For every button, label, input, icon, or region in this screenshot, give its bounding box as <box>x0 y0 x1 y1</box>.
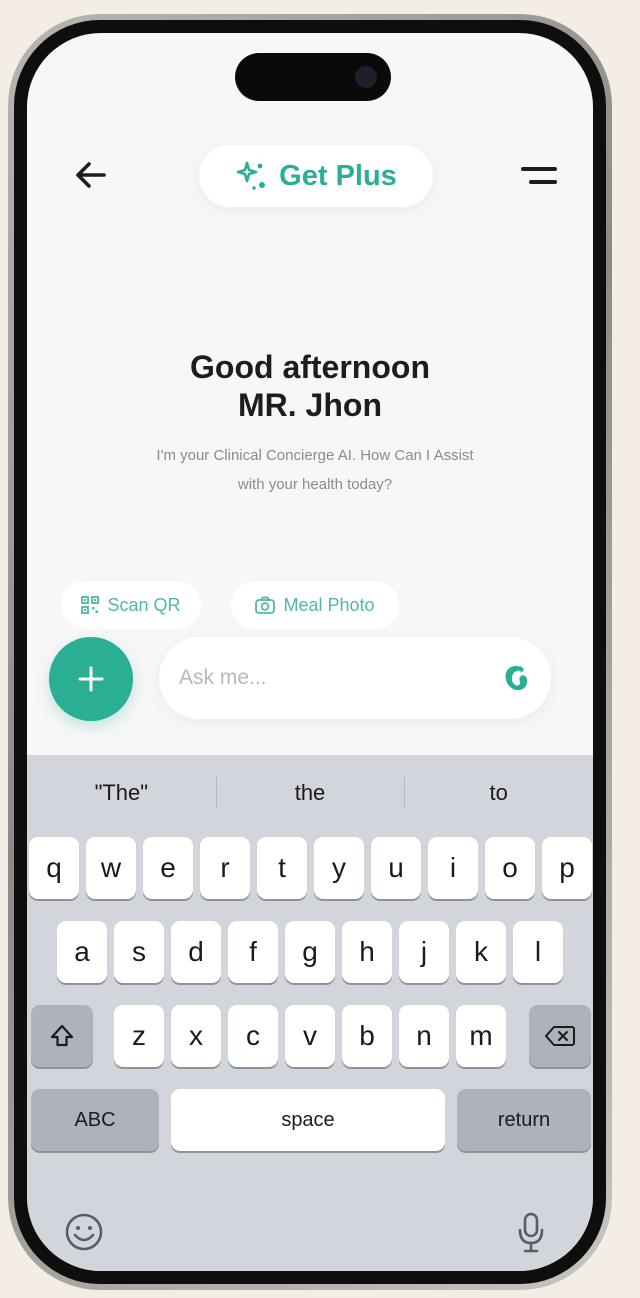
key-q[interactable]: q <box>29 837 79 899</box>
key-a[interactable]: a <box>57 921 107 983</box>
camera-icon <box>255 596 276 614</box>
back-arrow-icon[interactable] <box>71 155 111 195</box>
key-s[interactable]: s <box>114 921 164 983</box>
app-screen: Get Plus Good afternoon MR. Jhon I'm you… <box>27 33 593 1271</box>
sparkle-icon <box>236 161 266 190</box>
get-plus-label: Get Plus <box>279 159 397 192</box>
dynamic-island <box>235 53 391 101</box>
suggestion-item[interactable]: "The" <box>27 767 216 819</box>
phone-frame: Get Plus Good afternoon MR. Jhon I'm you… <box>8 14 612 1290</box>
scan-qr-button[interactable]: Scan QR <box>61 581 201 629</box>
camera-icon <box>355 66 377 88</box>
ai-assistant-icon[interactable] <box>499 661 533 695</box>
backspace-icon <box>545 1026 575 1046</box>
abc-key[interactable]: ABC <box>31 1089 159 1151</box>
key-g[interactable]: g <box>285 921 335 983</box>
on-screen-keyboard: "The" the to q w e r t y u i o p a s d f… <box>27 755 593 1271</box>
ask-input[interactable] <box>179 637 479 719</box>
key-v[interactable]: v <box>285 1005 335 1067</box>
suggestion-item[interactable]: to <box>404 767 593 819</box>
suggestion-item[interactable]: the <box>215 767 405 819</box>
key-u[interactable]: u <box>371 837 421 899</box>
return-key[interactable]: return <box>457 1089 591 1151</box>
suggestion-bar: "The" the to <box>27 767 593 819</box>
key-y[interactable]: y <box>314 837 364 899</box>
key-e[interactable]: e <box>143 837 193 899</box>
subtitle-line-2: with your health today? <box>237 476 393 493</box>
key-x[interactable]: x <box>171 1005 221 1067</box>
get-plus-button[interactable]: Get Plus <box>199 145 433 207</box>
key-k[interactable]: k <box>456 921 506 983</box>
key-c[interactable]: c <box>228 1005 278 1067</box>
plus-icon <box>78 666 104 692</box>
meal-photo-button[interactable]: Meal Photo <box>231 581 399 629</box>
emoji-icon[interactable] <box>63 1211 105 1253</box>
key-n[interactable]: n <box>399 1005 449 1067</box>
key-j[interactable]: j <box>399 921 449 983</box>
key-z[interactable]: z <box>114 1005 164 1067</box>
key-i[interactable]: i <box>428 837 478 899</box>
ask-input-container <box>159 637 551 719</box>
qr-icon <box>81 596 100 614</box>
space-key[interactable]: space <box>171 1089 445 1151</box>
meal-photo-label: Meal Photo <box>283 594 375 615</box>
key-o[interactable]: o <box>485 837 535 899</box>
menu-icon[interactable] <box>517 159 561 193</box>
greeting-line-2: MR. Jhon <box>238 387 382 423</box>
key-w[interactable]: w <box>86 837 136 899</box>
key-b[interactable]: b <box>342 1005 392 1067</box>
greeting-heading: Good afternoon MR. Jhon <box>27 348 593 424</box>
add-button[interactable] <box>49 637 133 721</box>
scan-qr-label: Scan QR <box>107 594 181 615</box>
phone-bezel: Get Plus Good afternoon MR. Jhon I'm you… <box>14 20 606 1284</box>
greeting-subtitle: I'm your Clinical Concierge AI. How Can … <box>87 441 543 499</box>
shift-key[interactable] <box>31 1005 93 1067</box>
shift-icon <box>50 1024 74 1047</box>
key-d[interactable]: d <box>171 921 221 983</box>
key-r[interactable]: r <box>200 837 250 899</box>
key-f[interactable]: f <box>228 921 278 983</box>
greeting-line-1: Good afternoon <box>190 349 430 385</box>
backspace-key[interactable] <box>529 1005 591 1067</box>
subtitle-line-1: I'm your Clinical Concierge AI. How Can … <box>156 447 474 464</box>
key-t[interactable]: t <box>257 837 307 899</box>
key-h[interactable]: h <box>342 921 392 983</box>
key-p[interactable]: p <box>542 837 592 899</box>
key-m[interactable]: m <box>456 1005 506 1067</box>
microphone-icon[interactable] <box>517 1211 545 1255</box>
key-l[interactable]: l <box>513 921 563 983</box>
